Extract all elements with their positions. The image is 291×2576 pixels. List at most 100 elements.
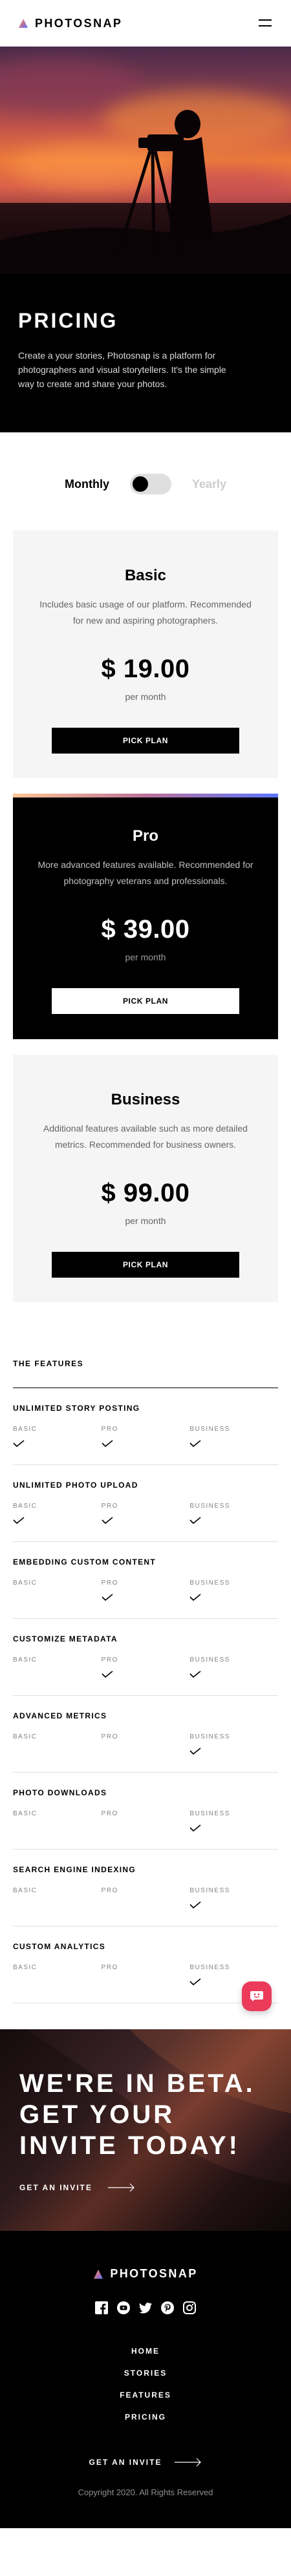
tier-check-slot — [102, 1978, 190, 1990]
beta-banner: WE'RE IN BETA. GET YOUR INVITE TODAY! GE… — [0, 2029, 291, 2231]
footer-nav-home[interactable]: HOME — [0, 2347, 291, 2356]
tier-pro: PRO — [102, 1579, 190, 1605]
tier-check-slot — [102, 1747, 190, 1759]
tier-pro: PRO — [102, 1733, 190, 1759]
tier-label: BASIC — [13, 1656, 38, 1663]
feature-row: ADVANCED METRICS BASIC PRO BUSINESS — [13, 1696, 278, 1773]
pinterest-icon[interactable] — [161, 2301, 174, 2314]
plan-name: Basic — [124, 567, 167, 584]
chat-button[interactable] — [242, 1981, 272, 2011]
feature-tiers: BASIC PRO BUSINESS — [13, 1503, 278, 1528]
tier-label: PRO — [101, 1964, 118, 1971]
tier-business: BUSINESS — [189, 1810, 278, 1836]
check-icon — [189, 1671, 201, 1678]
footer-nav: HOME STORIES FEATURES PRICING — [0, 2347, 291, 2422]
tier-check-slot — [13, 1824, 102, 1836]
tier-basic: BASIC — [13, 1656, 102, 1682]
footer-get-invite-link[interactable]: GET AN INVITE — [0, 2458, 291, 2467]
tier-pro: PRO — [102, 1503, 190, 1528]
feature-row: SEARCH ENGINE INDEXING BASIC PRO BUSINESS — [13, 1850, 278, 1927]
billing-switch[interactable] — [129, 474, 171, 494]
tier-business: BUSINESS — [189, 1656, 278, 1682]
feature-name: CUSTOMIZE METADATA — [13, 1634, 118, 1643]
pick-plan-button[interactable]: PICK PLAN — [52, 728, 239, 754]
monthly-label[interactable]: Monthly — [65, 478, 109, 491]
hero-image — [0, 47, 291, 274]
feature-tiers: BASIC PRO BUSINESS — [13, 1733, 278, 1759]
tier-check-slot — [102, 1671, 190, 1682]
yearly-label[interactable]: Yearly — [192, 478, 226, 491]
feature-list: UNLIMITED STORY POSTING BASIC PRO BUSINESS U… — [13, 1388, 278, 2003]
hero-description: Create a your stories, Photosnap is a pl… — [18, 350, 226, 389]
tier-label: BASIC — [13, 1426, 38, 1433]
tier-check-slot — [102, 1824, 190, 1836]
tier-label: PRO — [101, 1810, 118, 1817]
footer-brand-logo[interactable]: PHOTOSNAP — [0, 2267, 291, 2281]
brand-logo[interactable]: PHOTOSNAP — [18, 17, 122, 30]
tier-check-slot — [13, 1517, 102, 1528]
check-icon — [102, 1517, 113, 1525]
plan-price: $ 39.00 — [101, 915, 190, 944]
tier-basic: BASIC — [13, 1579, 102, 1605]
check-icon — [189, 1824, 201, 1832]
plan-description: More advanced features available. Recomm… — [38, 860, 253, 886]
tier-label: BUSINESS — [189, 1579, 230, 1587]
footer-nav-stories[interactable]: STORIES — [0, 2369, 291, 2378]
logo-triangle-icon — [94, 2269, 103, 2279]
get-invite-link[interactable]: GET AN INVITE — [19, 2183, 273, 2192]
tier-check-slot — [189, 1594, 278, 1605]
instagram-icon[interactable] — [183, 2301, 196, 2314]
check-icon — [189, 1594, 201, 1601]
pick-plan-button[interactable]: PICK PLAN — [52, 1252, 239, 1278]
tier-basic: BASIC — [13, 1964, 102, 1990]
tier-label: BUSINESS — [189, 1503, 230, 1510]
feature-row: EMBEDDING CUSTOM CONTENT BASIC PRO BUSINESS — [13, 1542, 278, 1619]
feature-name: SEARCH ENGINE INDEXING — [13, 1865, 136, 1874]
check-icon — [189, 1901, 201, 1909]
tier-check-slot — [189, 1824, 278, 1836]
facebook-icon[interactable] — [95, 2301, 108, 2314]
tier-check-slot — [189, 1440, 278, 1452]
arrow-right-icon — [175, 2458, 202, 2467]
twitter-icon[interactable] — [139, 2301, 152, 2314]
feature-row: CUSTOM ANALYTICS BASIC PRO BUSINESS — [13, 1927, 278, 2003]
plan-price: $ 99.00 — [101, 1179, 190, 1207]
billing-toggle: Monthly Yearly — [0, 432, 291, 531]
tier-label: BUSINESS — [189, 1656, 230, 1663]
footer-get-invite-label: GET AN INVITE — [89, 2458, 162, 2467]
hero-section: PRICING Create a your stories, Photosnap… — [0, 47, 291, 432]
site-header: PHOTOSNAP — [0, 0, 291, 47]
tier-check-slot — [102, 1594, 190, 1605]
switch-knob — [132, 476, 148, 492]
hero-text-box: PRICING Create a your stories, Photosnap… — [0, 274, 291, 432]
tier-label: BUSINESS — [189, 1426, 230, 1433]
plan-name: Pro — [132, 827, 158, 845]
plan-period: per month — [125, 1216, 166, 1226]
arrow-right-icon — [107, 2183, 135, 2192]
check-icon — [189, 1747, 201, 1755]
plan-card-business: Business Additional features available s… — [13, 1055, 278, 1302]
plan-card-basic: Basic Includes basic usage of our platfo… — [13, 531, 278, 778]
plans-section: Basic Includes basic usage of our platfo… — [0, 531, 291, 1302]
tier-pro: PRO — [102, 1656, 190, 1682]
social-links — [0, 2301, 291, 2314]
tier-label: BASIC — [13, 1579, 38, 1587]
brand-name: PHOTOSNAP — [110, 2267, 198, 2280]
plan-description: Includes basic usage of our platform. Re… — [39, 599, 252, 626]
tier-business: BUSINESS — [189, 1426, 278, 1452]
tier-check-slot — [13, 1978, 102, 1990]
tier-label: BASIC — [13, 1810, 38, 1817]
tier-check-slot — [189, 1671, 278, 1682]
hamburger-menu-icon[interactable] — [259, 19, 272, 27]
footer-nav-features[interactable]: FEATURES — [0, 2391, 291, 2400]
tier-label: PRO — [101, 1426, 118, 1433]
check-icon — [102, 1594, 113, 1601]
tier-label: PRO — [101, 1656, 118, 1663]
pick-plan-button[interactable]: PICK PLAN — [52, 988, 239, 1014]
footer-nav-pricing[interactable]: PRICING — [0, 2412, 291, 2422]
tier-label: BASIC — [13, 1733, 38, 1740]
feature-name: ADVANCED METRICS — [13, 1711, 107, 1720]
tier-check-slot — [102, 1517, 190, 1528]
youtube-icon[interactable] — [117, 2301, 130, 2314]
tier-check-slot — [13, 1901, 102, 1913]
